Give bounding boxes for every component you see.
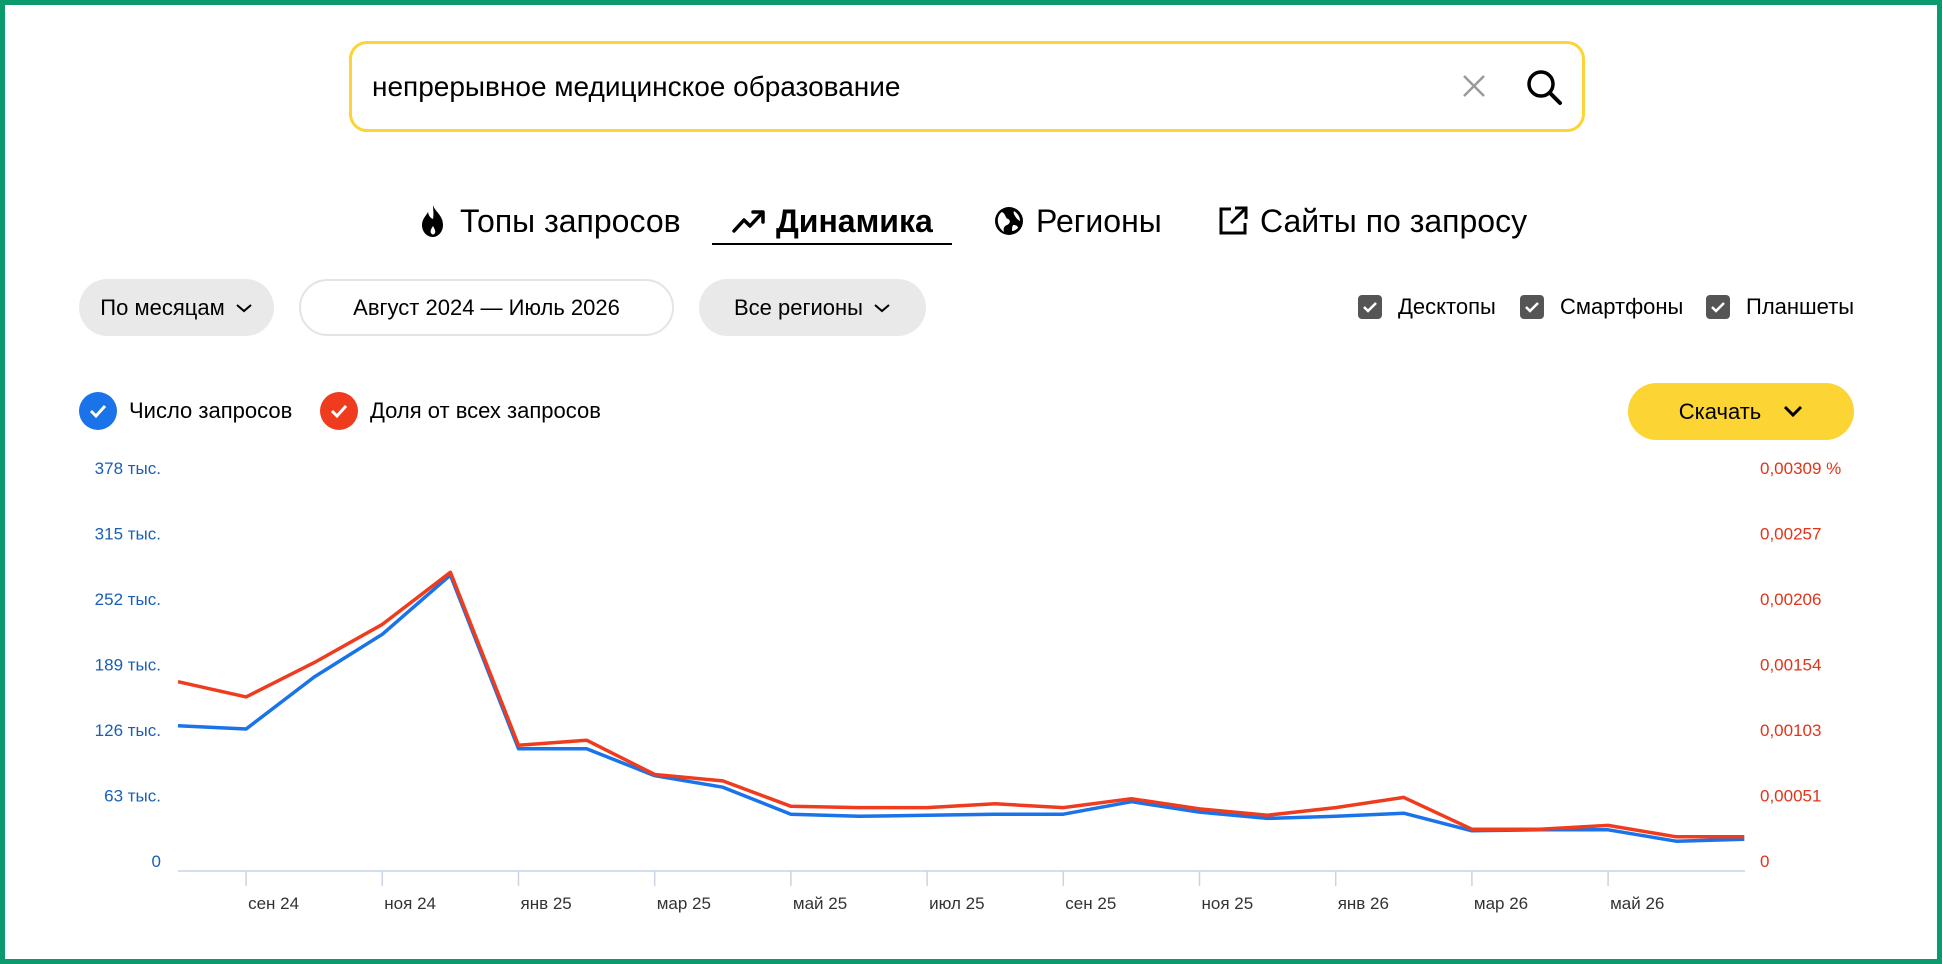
download-button[interactable]: Скачать <box>1628 383 1854 440</box>
legend-label: Число запросов <box>129 398 293 423</box>
x-tick-label: ноя 24 <box>384 894 436 913</box>
x-tick-label: мар 26 <box>1474 894 1528 913</box>
chevron-down-icon <box>1783 405 1803 418</box>
globe-icon <box>990 202 1028 240</box>
x-tick-label: янв 25 <box>521 894 572 913</box>
y-tick-label-right: 0 <box>1760 852 1769 871</box>
search-icon[interactable] <box>1516 59 1572 115</box>
trend-icon <box>730 202 768 240</box>
x-tick-label: мар 25 <box>657 894 711 913</box>
dynamics-chart: 0 63 тыс. 126 тыс. 189 тыс. 252 тыс. 315 тыс.… <box>95 459 1842 913</box>
x-tick-label: июл 25 <box>929 894 984 913</box>
tab-label: Динамика <box>776 202 933 239</box>
download-label: Скачать <box>1678 398 1762 424</box>
checkbox-label: Смартфоны <box>1560 294 1684 319</box>
tab-top-queries[interactable]: Топы запросов <box>414 196 681 246</box>
x-tick-label: сен 24 <box>248 894 299 913</box>
region-select[interactable]: Все регионы <box>699 279 926 336</box>
period-value: Август 2024 — Июль 2026 <box>353 294 620 320</box>
checkbox-checked-icon <box>1358 295 1382 319</box>
y-tick-label-right: 0,00103 <box>1760 721 1821 740</box>
check-icon <box>79 392 117 430</box>
x-tick-label: янв 26 <box>1338 894 1389 913</box>
y-tick-label-left: 126 тыс. <box>95 721 161 740</box>
y-tick-label-left: 252 тыс. <box>95 590 161 609</box>
flame-icon <box>414 202 452 240</box>
y-tick-label-right: 0,00309 % <box>1760 459 1841 478</box>
y-tick-label-right: 0,00051 <box>1760 787 1821 806</box>
series-line-count <box>177 573 1745 843</box>
checkbox-label: Планшеты <box>1746 294 1855 319</box>
search-input[interactable]: непрерывное медицинское образование <box>372 71 900 103</box>
y-tick-label-left: 378 тыс. <box>95 459 161 478</box>
x-tick-label: ноя 25 <box>1202 894 1254 913</box>
tab-label: Регионы <box>1036 202 1162 239</box>
checkbox-checked-icon <box>1706 295 1730 319</box>
granularity-value: По месяцам <box>100 294 225 320</box>
y-tick-label-left: 315 тыс. <box>95 525 161 544</box>
x-tick-label: май 25 <box>793 894 847 913</box>
checkbox-tablets[interactable]: Планшеты <box>1706 294 1854 320</box>
legend-count[interactable]: Число запросов <box>79 392 292 430</box>
series-line-share <box>177 570 1745 839</box>
x-tick-label: май 26 <box>1610 894 1664 913</box>
check-icon <box>320 392 358 430</box>
checkbox-smartphones[interactable]: Смартфоны <box>1520 294 1683 320</box>
clear-icon[interactable] <box>1452 64 1496 108</box>
tab-label: Сайты по запросу <box>1260 202 1528 239</box>
legend-share[interactable]: Доля от всех запросов <box>320 392 601 430</box>
external-link-icon <box>1214 202 1252 240</box>
tab-dynamics[interactable]: Динамика <box>730 196 933 246</box>
checkbox-desktops[interactable]: Десктопы <box>1358 294 1496 320</box>
checkbox-checked-icon <box>1520 295 1544 319</box>
y-tick-label-right: 0,00206 <box>1760 590 1821 609</box>
x-tick-label: сен 25 <box>1065 894 1116 913</box>
tab-sites[interactable]: Сайты по запросу <box>1214 196 1527 246</box>
y-tick-label-left: 63 тыс. <box>104 787 161 806</box>
checkbox-label: Десктопы <box>1398 294 1496 319</box>
y-tick-label-left: 0 <box>152 852 161 871</box>
y-tick-label-right: 0,00257 <box>1760 525 1821 544</box>
legend-label: Доля от всех запросов <box>370 398 601 423</box>
y-tick-label-left: 189 тыс. <box>95 656 161 675</box>
active-tab-indicator <box>712 243 952 245</box>
region-value: Все регионы <box>733 294 863 320</box>
chevron-down-icon <box>873 302 891 314</box>
granularity-select[interactable]: По месяцам <box>79 279 274 336</box>
period-picker[interactable]: Август 2024 — Июль 2026 <box>299 279 674 336</box>
chevron-down-icon <box>235 302 253 314</box>
tab-label: Топы запросов <box>460 202 681 239</box>
y-tick-label-right: 0,00154 <box>1760 656 1821 675</box>
tab-regions[interactable]: Регионы <box>990 196 1162 246</box>
search-bar[interactable]: непрерывное медицинское образование <box>349 41 1585 132</box>
